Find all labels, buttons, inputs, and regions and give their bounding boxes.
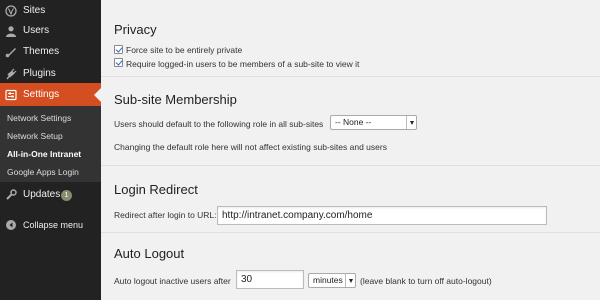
auto-logout-unit-select[interactable]: minutes: [308, 273, 356, 288]
default-role-value: -- None --: [335, 117, 372, 127]
section-divider: [101, 232, 600, 233]
privacy-heading: Privacy: [114, 22, 157, 37]
updates-icon: [5, 189, 17, 201]
collapse-menu-label: Collapse menu: [23, 220, 84, 230]
default-role-label: Users should default to the following ro…: [114, 119, 324, 129]
redirect-url-label: Redirect after login to URL:: [114, 210, 217, 220]
default-role-select[interactable]: -- None --: [330, 115, 417, 130]
auto-logout-hint: (leave blank to turn off auto-logout): [360, 276, 492, 286]
section-divider: [101, 76, 600, 77]
auto-logout-heading: Auto Logout: [114, 246, 185, 261]
sites-icon: [5, 5, 17, 17]
force-private-label: Force site to be entirely private: [126, 45, 243, 55]
sidebar-item-plugins[interactable]: Plugins: [0, 63, 101, 85]
sidebar-item-updates[interactable]: Updates 1: [0, 184, 101, 206]
chevron-down-icon: [345, 274, 355, 287]
plugins-icon: [5, 68, 17, 80]
themes-icon: [5, 46, 17, 58]
sidebar-item-label: Users: [23, 25, 50, 36]
auto-logout-unit-value: minutes: [313, 275, 343, 285]
membership-heading: Sub-site Membership: [114, 92, 237, 107]
default-role-note: Changing the default role here will not …: [114, 142, 387, 152]
force-private-checkbox[interactable]: [114, 45, 123, 54]
sidebar-item-label: Themes: [23, 46, 60, 57]
collapse-icon: [5, 219, 17, 231]
sidebar-item-themes[interactable]: Themes: [0, 41, 101, 63]
sidebar-item-label: Sites: [23, 5, 46, 16]
submenu-item-all-in-one-intranet[interactable]: All-in-One Intranet: [7, 149, 81, 159]
section-divider: [101, 165, 600, 166]
settings-submenu: Network Settings Network Setup All-in-On…: [0, 106, 101, 182]
auto-logout-minutes-input[interactable]: 30: [236, 270, 304, 289]
sidebar-item-settings[interactable]: Settings: [0, 83, 101, 106]
current-menu-arrow: [94, 88, 101, 102]
submenu-item-network-settings[interactable]: Network Settings: [7, 113, 71, 123]
sidebar-item-label: Updates: [23, 189, 61, 200]
chevron-down-icon: [406, 116, 416, 129]
sidebar-item-label: Settings: [23, 89, 60, 100]
redirect-url-input[interactable]: http://intranet.company.com/home: [217, 206, 547, 225]
settings-content: Privacy Force site to be entirely privat…: [101, 0, 600, 300]
sidebar-item-users[interactable]: Users: [0, 20, 101, 42]
sidebar-item-sites[interactable]: Sites: [0, 0, 101, 22]
sidebar-item-label: Plugins: [23, 68, 56, 79]
require-membership-label: Require logged-in users to be members of…: [126, 59, 360, 69]
admin-sidebar: Sites Users Themes Plugins Settings Netw…: [0, 0, 101, 300]
updates-count-badge: 1: [61, 190, 72, 201]
login-redirect-heading: Login Redirect: [114, 182, 198, 197]
auto-logout-label: Auto logout inactive users after: [114, 276, 231, 286]
submenu-item-network-setup[interactable]: Network Setup: [7, 131, 63, 141]
submenu-item-google-apps-login[interactable]: Google Apps Login: [7, 167, 79, 177]
settings-icon: [5, 89, 17, 101]
users-icon: [5, 25, 17, 37]
require-membership-checkbox[interactable]: [114, 58, 123, 67]
collapse-menu-button[interactable]: Collapse menu: [0, 214, 101, 236]
